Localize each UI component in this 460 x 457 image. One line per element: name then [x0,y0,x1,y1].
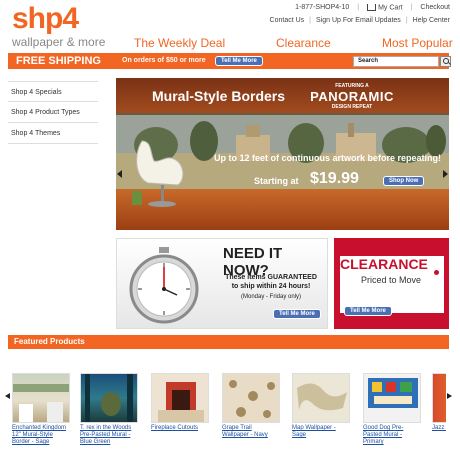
sidebar-nav: Shop 4 Specials Shop 4 Product Types Sho… [8,81,98,144]
clearance-title: CLEARANCE [340,256,428,272]
search-input[interactable]: Search [353,56,439,67]
nav-most-popular[interactable]: Most Popular [382,36,453,50]
product-name[interactable]: Jazz I [432,425,446,432]
product-card[interactable]: Good Dog Pre-Pasted Mural - Primary [363,373,421,446]
product-image[interactable] [151,373,209,423]
product-3-thumb [158,382,204,422]
product-name[interactable]: Map Wallpaper - Sage [292,425,350,439]
separator: | [309,17,311,24]
product-name[interactable]: Fireplace Cutouts [151,425,209,432]
hero-starting-label: Starting at [254,176,299,186]
product-image[interactable] [80,373,138,423]
site-logo[interactable]: shp4 wallpaper & more [12,4,122,50]
product-6-thumb [368,378,418,408]
panoramic-badge: FEATURING A PANORAMIC DESIGN REPEAT [306,83,398,111]
hero-title: Mural-Style Borders [152,88,286,104]
product-1-thumb [13,384,69,422]
my-cart-label: My Cart [378,4,403,12]
product-4-thumb [229,380,275,418]
egg-chair-image [130,133,190,211]
hero-prev-arrow-icon[interactable] [116,168,124,179]
need-it-now-line3: (Monday - Friday only) [240,294,302,300]
product-name[interactable]: Enchanted Kingdom 12" Mural-Style Border… [12,425,70,446]
product-card[interactable]: Jazz I [432,373,446,432]
featured-products-bar: Featured Products [8,335,449,349]
product-card[interactable]: Enchanted Kingdom 12" Mural-Style Border… [12,373,70,446]
free-shipping-bar: FREE SHIPPING On orders of $50 or more T… [8,53,451,69]
phone-number: 1-877-SHOP4-10 [295,4,350,12]
email-signup-link[interactable]: Sign Up For Email Updates [316,17,401,24]
sidebar-item-specials[interactable]: Shop 4 Specials [8,81,98,102]
hero-banner[interactable]: Mural-Style Borders FEATURING A PANORAMI… [116,78,449,230]
main-nav: The Weekly Deal Clearance Most Popular [120,36,460,52]
products-prev-arrow-icon[interactable] [5,392,12,401]
nav-clearance[interactable]: Clearance [276,36,331,50]
need-it-now-button[interactable]: Tell Me More [273,309,321,319]
product-card[interactable]: Map Wallpaper - Sage [292,373,350,439]
stopwatch-graphic [129,247,199,324]
logo-main-text: sh [12,2,46,35]
product-name[interactable]: T. rex in the Woods Pre-Pasted Mural - B… [80,425,138,446]
sidebar-item-themes[interactable]: Shop 4 Themes [8,123,98,144]
separator: | [410,4,413,12]
cart-icon [367,4,377,11]
product-image[interactable] [292,373,350,423]
my-cart-link[interactable]: My Cart [367,4,403,11]
separator: | [405,17,408,24]
need-it-now-promo[interactable]: NEED IT NOW? These items GUARANTEED to s… [116,238,328,329]
help-center-link[interactable]: Help Center [413,17,450,24]
shipping-tell-me-more-button[interactable]: Tell Me More [215,56,263,66]
product-name[interactable]: Grape Trail Wallpaper - Navy [222,425,280,439]
clearance-subtitle: Priced to Move [361,275,422,285]
product-2-thumb [85,374,133,422]
search-icon[interactable] [440,56,451,67]
chair-graphic [132,140,184,207]
utility-bar: 1-877-SHOP4-10 | My Cart | Checkout [295,4,450,11]
sidebar-item-product-types[interactable]: Shop 4 Product Types [8,102,98,123]
secondary-links: Contact Us | Sign Up For Email Updates |… [270,17,450,24]
need-it-now-line2: to ship within 24 hours! [231,283,311,290]
hero-shop-now-button[interactable]: Shop Now [383,176,425,186]
checkout-link[interactable]: Checkout [420,4,450,11]
hero-price: $19.99 [310,170,359,187]
separator: | [357,4,360,12]
badge-bottom-text: DESIGN REPEAT [331,104,373,110]
hero-next-arrow-icon[interactable] [441,168,449,179]
hero-subtitle: Up to 12 feet of continuous artwork befo… [214,153,442,163]
tag-hole-icon [434,270,439,275]
logo-wordmark: shp4 [12,4,122,34]
product-image[interactable] [363,373,421,423]
featured-products-title: Featured Products [14,337,85,346]
product-card[interactable]: Grape Trail Wallpaper - Navy [222,373,280,439]
product-image[interactable] [12,373,70,423]
logo-main-rest: p4 [45,2,79,35]
product-image[interactable] [432,373,446,423]
need-it-now-line1: These items GUARANTEED [225,274,317,281]
badge-word: PANORAMIC [310,89,394,104]
free-shipping-subtitle: On orders of $50 or more [122,57,206,64]
stopwatch-icon [123,245,203,325]
product-5-thumb [297,383,347,411]
products-next-arrow-icon[interactable] [446,392,453,401]
free-shipping-title: FREE SHIPPING [16,55,101,67]
nav-weekly-deal[interactable]: The Weekly Deal [134,36,225,50]
clearance-button[interactable]: Tell Me More [344,306,392,316]
product-card[interactable]: T. rex in the Woods Pre-Pasted Mural - B… [80,373,138,446]
product-image[interactable] [222,373,280,423]
logo-tagline: wallpaper & more [12,35,106,49]
product-card[interactable]: Fireplace Cutouts [151,373,209,432]
contact-us-link[interactable]: Contact Us [270,17,305,24]
clearance-promo[interactable]: CLEARANCE Priced to Move Tell Me More [334,238,449,329]
product-name[interactable]: Good Dog Pre-Pasted Mural - Primary [363,425,421,446]
